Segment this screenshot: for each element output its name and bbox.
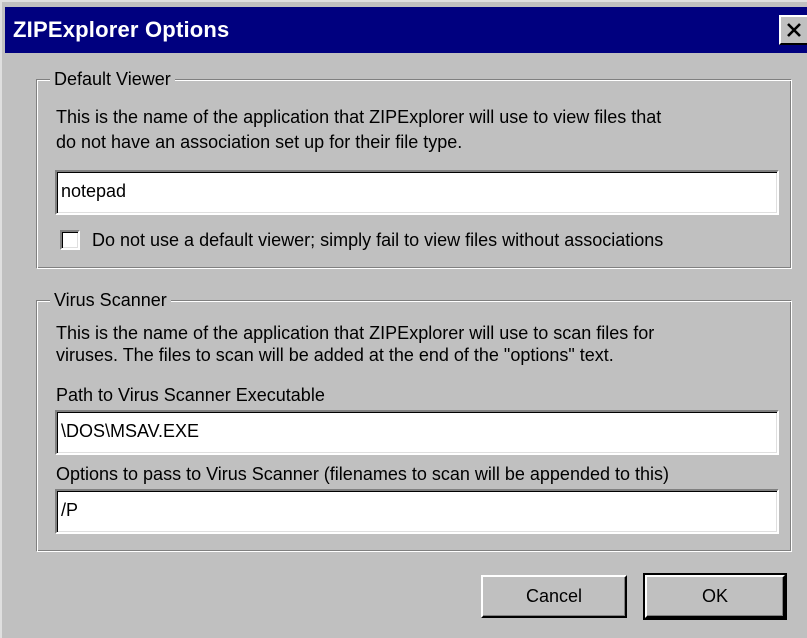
scanner-path-input[interactable]: \DOS\MSAV.EXE [55, 410, 779, 455]
virus-scanner-description-line1: This is the name of the application that… [56, 323, 655, 343]
virus-scanner-description-line2: viruses. The files to scan will be added… [56, 345, 614, 365]
default-viewer-legend: Default Viewer [50, 69, 175, 89]
close-icon [786, 22, 802, 38]
scanner-options-label: Options to pass to Virus Scanner (filena… [56, 464, 670, 484]
scanner-options-input[interactable]: /P [55, 489, 779, 534]
default-viewer-description-line2: do not have an association set up for th… [56, 132, 463, 152]
close-button[interactable] [779, 15, 807, 45]
options-dialog: ZIPExplorer Options Default Viewer This … [0, 0, 807, 638]
virus-scanner-legend: Virus Scanner [50, 290, 171, 310]
no-default-viewer-checkbox-label[interactable]: Do not use a default viewer; simply fail… [92, 228, 663, 252]
no-default-viewer-checkbox[interactable] [60, 230, 80, 250]
scanner-path-label: Path to Virus Scanner Executable [56, 385, 325, 405]
ok-button[interactable]: OK [643, 573, 787, 620]
dialog-title: ZIPExplorer Options [13, 17, 230, 42]
cancel-button[interactable]: Cancel [481, 575, 627, 618]
default-viewer-description-line1: This is the name of the application that… [56, 107, 662, 127]
default-viewer-input[interactable]: notepad [55, 170, 779, 215]
title-bar[interactable]: ZIPExplorer Options [5, 7, 807, 53]
